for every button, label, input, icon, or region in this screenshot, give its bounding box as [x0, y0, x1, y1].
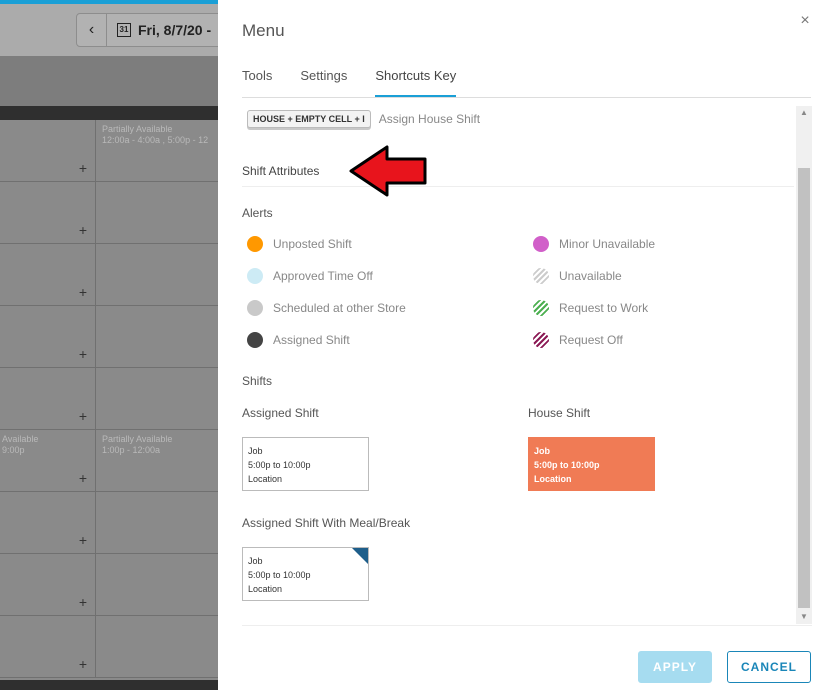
add-shift-icon[interactable]: +	[79, 160, 87, 176]
legend-unavailable: Unavailable	[533, 268, 622, 284]
add-shift-icon[interactable]: +	[79, 470, 87, 486]
scroll-thumb[interactable]	[798, 168, 810, 608]
add-shift-icon[interactable]: +	[79, 284, 87, 300]
magenta-dot-icon	[533, 236, 549, 252]
current-date[interactable]: Fri, 8/7/20 -	[138, 22, 211, 38]
dark-dot-icon	[247, 332, 263, 348]
add-shift-icon[interactable]: +	[79, 408, 87, 424]
legend-unposted-shift: Unposted Shift	[247, 236, 352, 252]
availability-note: Partially Available 12:00a - 4:00a , 5:00…	[102, 124, 209, 145]
schedule-row: +	[0, 554, 218, 616]
house-shift-sample: Job 5:00p to 10:00p Location	[528, 437, 655, 491]
schedule-cell[interactable]: +	[0, 368, 96, 430]
shortcuts-content: HOUSE + EMPTY CELL + I Assign House Shif…	[242, 106, 812, 624]
assigned-shift-title: Assigned Shift	[242, 406, 319, 420]
scroll-up-icon[interactable]: ▲	[796, 106, 812, 120]
schedule-row: + Partially Available 12:00a - 4:00a , 5:…	[0, 120, 218, 182]
menu-title: Menu	[242, 21, 285, 40]
green-stripe-icon	[533, 300, 549, 316]
tab-settings[interactable]: Settings	[300, 68, 347, 97]
schedule-cell[interactable]: +	[0, 306, 96, 368]
schedule-row: +	[0, 182, 218, 244]
schedule-cell[interactable]: +	[0, 492, 96, 554]
schedule-row: +	[0, 616, 218, 678]
close-icon[interactable]: ×	[797, 13, 813, 29]
content-scrollbar[interactable]: ▲ ▼	[796, 106, 812, 624]
legend-assigned-shift: Assigned Shift	[247, 332, 350, 348]
shortcut-description: Assign House Shift	[378, 112, 481, 126]
grey-dot-icon	[247, 300, 263, 316]
alerts-title: Alerts	[242, 206, 273, 220]
shortcut-keys: HOUSE + EMPTY CELL + I	[247, 110, 371, 128]
add-shift-icon[interactable]: +	[79, 532, 87, 548]
schedule-row: Available 9:00p + Partially Available 1:00…	[0, 430, 218, 492]
schedule-row: +	[0, 244, 218, 306]
availability-note: Partially Available 1:00p - 12:00a	[102, 434, 173, 455]
schedule-header: ‹ 31 Fri, 8/7/20 -	[0, 4, 218, 56]
schedule-row: +	[0, 306, 218, 368]
assigned-shift-sample: Job 5:00p to 10:00p Location	[242, 437, 369, 491]
shortcut-item: HOUSE + EMPTY CELL + I Assign House Shif…	[247, 110, 480, 128]
add-shift-icon[interactable]: +	[79, 222, 87, 238]
calendar-icon[interactable]: 31	[117, 23, 131, 37]
menu-tabs: Tools Settings Shortcuts Key	[242, 68, 811, 98]
add-shift-icon[interactable]: +	[79, 594, 87, 610]
meal-break-corner-icon	[352, 548, 368, 564]
legend-request-off: Request Off	[533, 332, 623, 348]
schedule-cell[interactable]: Partially Available 1:00p - 12:00a	[96, 430, 218, 492]
schedule-cell[interactable]: +	[0, 120, 96, 182]
red-arrow-icon	[349, 145, 427, 197]
schedule-background: ‹ 31 Fri, 8/7/20 - + Partially Available…	[0, 0, 218, 690]
shifts-title: Shifts	[242, 374, 273, 388]
house-shift-title: House Shift	[528, 406, 591, 420]
shift-attributes-title: Shift Attributes	[242, 164, 320, 178]
schedule-cell[interactable]: Available 9:00p +	[0, 430, 96, 492]
maroon-stripe-icon	[533, 332, 549, 348]
add-shift-icon[interactable]: +	[79, 346, 87, 362]
tab-tools[interactable]: Tools	[242, 68, 272, 97]
date-navigator: ‹ 31 Fri, 8/7/20 -	[76, 13, 218, 47]
schedule-cell[interactable]: Partially Available 12:00a - 4:00a , 5:00…	[96, 120, 218, 182]
meal-break-shift-sample: Job 5:00p to 10:00p Location	[242, 547, 369, 601]
availability-note: Available 9:00p	[2, 434, 39, 455]
legend-scheduled-other-store: Scheduled at other Store	[247, 300, 406, 316]
orange-dot-icon	[247, 236, 263, 252]
grey-stripe-icon	[533, 268, 549, 284]
menu-panel: Menu × Tools Settings Shortcuts Key HOUS…	[218, 0, 813, 690]
schedule-cell[interactable]: +	[0, 554, 96, 616]
schedule-cell[interactable]: +	[0, 244, 96, 306]
prev-date-button[interactable]: ‹	[77, 14, 107, 46]
schedule-cell[interactable]: +	[0, 182, 96, 244]
schedule-grid: + Partially Available 12:00a - 4:00a , 5:…	[0, 120, 218, 680]
schedule-cell[interactable]: +	[0, 616, 96, 678]
legend-approved-time-off: Approved Time Off	[247, 268, 373, 284]
apply-button[interactable]: APPLY	[638, 651, 712, 683]
light-blue-dot-icon	[247, 268, 263, 284]
meal-break-shift-title: Assigned Shift With Meal/Break	[242, 516, 411, 530]
add-shift-icon[interactable]: +	[79, 656, 87, 672]
schedule-row: +	[0, 368, 218, 430]
legend-request-to-work: Request to Work	[533, 300, 648, 316]
tab-shortcuts-key[interactable]: Shortcuts Key	[375, 68, 457, 97]
cancel-button[interactable]: CANCEL	[727, 651, 811, 683]
legend-minor-unavailable: Minor Unavailable	[533, 236, 655, 252]
schedule-row: +	[0, 492, 218, 554]
scroll-down-icon[interactable]: ▼	[796, 610, 812, 624]
